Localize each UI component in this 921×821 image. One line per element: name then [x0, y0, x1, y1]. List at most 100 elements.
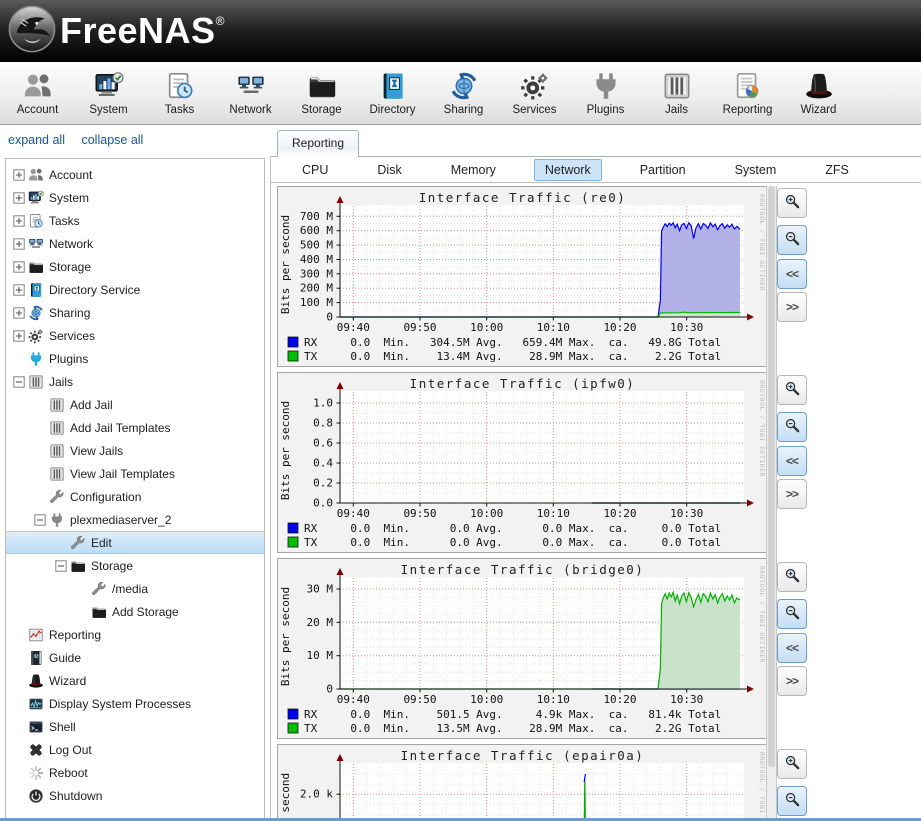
sidebar-item-guide[interactable]: Guide	[6, 646, 264, 669]
expand-all-link[interactable]: expand all	[8, 133, 65, 147]
graph-3-page-forward-button[interactable]: >>	[777, 666, 807, 696]
sidebar-item-tasks[interactable]: Tasks	[6, 209, 264, 232]
expander-minus-icon[interactable]	[12, 376, 25, 388]
graph-1-zoom-in-button[interactable]	[777, 188, 807, 218]
toolbar-item-services[interactable]: Services	[499, 70, 570, 116]
svg-text:500 M: 500 M	[300, 239, 333, 252]
toolbar-item-storage[interactable]: Storage	[286, 70, 357, 116]
plugins-icon	[591, 70, 621, 102]
toolbar-item-wizard[interactable]: Wizard	[783, 70, 854, 116]
svg-text:1.0: 1.0	[313, 397, 333, 410]
sidebar-item-system[interactable]: System	[6, 186, 264, 209]
brand-title: FreeNAS®	[60, 10, 225, 52]
subtab-zfs[interactable]: ZFS	[814, 159, 860, 181]
sidebar-item-view-jail-templates[interactable]: View Jail Templates	[6, 462, 264, 485]
sidebar-item-storage[interactable]: Storage	[6, 554, 264, 577]
toolbar-item-label: Storage	[301, 104, 341, 116]
sidebar-item-jails[interactable]: Jails	[6, 370, 264, 393]
graphs-scrollbar[interactable]	[766, 186, 777, 818]
graph-2-page-back-button[interactable]: <<	[777, 446, 807, 476]
sidebar-item-configuration[interactable]: Configuration	[6, 485, 264, 508]
expander-plus-icon[interactable]	[12, 330, 25, 342]
sidebar-item-log-out[interactable]: Log Out	[6, 738, 264, 761]
sidebar-item-add-jail[interactable]: Add Jail	[6, 393, 264, 416]
svg-text:09:40: 09:40	[337, 693, 370, 706]
sidebar-item-shell[interactable]: Shell	[6, 715, 264, 738]
expander-minus-icon[interactable]	[33, 514, 46, 526]
toolbar-item-system[interactable]: System	[73, 70, 144, 116]
toolbar-item-tasks[interactable]: Tasks	[144, 70, 215, 116]
tree-item-label: Edit	[91, 536, 112, 550]
sidebar-item-directory-service[interactable]: Directory Service	[6, 278, 264, 301]
sidebar-item-plugins[interactable]: Plugins	[6, 347, 264, 370]
tab-reporting[interactable]: Reporting	[277, 130, 359, 157]
sidebar-item-media[interactable]: /media	[6, 577, 264, 600]
sidebar-item-services[interactable]: Services	[6, 324, 264, 347]
expander-plus-icon[interactable]	[12, 261, 25, 273]
svg-text:300 M: 300 M	[300, 267, 333, 280]
tree-item-label: Storage	[49, 260, 91, 274]
expander-plus-icon[interactable]	[12, 169, 25, 181]
graph-2-zoom-in-button[interactable]	[777, 375, 807, 405]
sidebar-item-account[interactable]: Account	[6, 163, 264, 186]
subtab-memory[interactable]: Memory	[440, 159, 507, 181]
graph-1-page-forward-button[interactable]: >>	[777, 292, 807, 322]
toolbar-item-sharing[interactable]: Sharing	[428, 70, 499, 116]
sidebar-item-storage[interactable]: Storage	[6, 255, 264, 278]
tree-links: expand all collapse all	[8, 133, 156, 147]
toolbar-item-network[interactable]: Network	[215, 70, 286, 116]
sidebar-item-reporting[interactable]: Reporting	[6, 623, 264, 646]
freenas-page: FreeNAS® Account System Tasks Network St…	[0, 0, 921, 821]
graph-4-zoom-out-button[interactable]	[777, 786, 807, 816]
expander-plus-icon[interactable]	[12, 238, 25, 250]
graph-3-zoom-out-button[interactable]	[777, 599, 807, 629]
sidebar-item-reboot[interactable]: Reboot	[6, 761, 264, 784]
reporting-subtabs: CPU Disk Memory Network Partition System ZFS	[271, 157, 921, 183]
graph-1-zoom-out-button[interactable]	[777, 225, 807, 255]
svg-text:0.6: 0.6	[313, 437, 333, 450]
expander-plus-icon[interactable]	[12, 192, 25, 204]
graph-1-page-back-button[interactable]: <<	[777, 259, 807, 289]
expander-plus-icon[interactable]	[12, 307, 25, 319]
graph-2-zoom-out-button[interactable]	[777, 412, 807, 442]
svg-text:10:30: 10:30	[670, 507, 703, 520]
subtab-network[interactable]: Network	[534, 159, 602, 181]
svg-text:09:40: 09:40	[337, 507, 370, 520]
toolbar-item-jails[interactable]: Jails	[641, 70, 712, 116]
sidebar-item-plexmediaserver-2[interactable]: plexmediaserver_2	[6, 508, 264, 531]
sidebar-item-view-jails[interactable]: View Jails	[6, 439, 264, 462]
toolbar-item-directory[interactable]: Directory	[357, 70, 428, 116]
graph-2-page-forward-button[interactable]: >>	[777, 479, 807, 509]
sidebar-item-wizard[interactable]: Wizard	[6, 669, 264, 692]
graph-3-page-back-button[interactable]: <<	[777, 633, 807, 663]
graph-3-zoom-in-button[interactable]	[777, 562, 807, 592]
wrench-icon	[70, 535, 87, 551]
svg-text:TX 0.0 Min. 13.5M Avg.: TX 0.0 Min. 13.5M Avg. 28.9M Max. ca. 2.…	[304, 722, 721, 735]
sidebar-item-add-jail-templates[interactable]: Add Jail Templates	[6, 416, 264, 439]
toolbar-item-account[interactable]: Account	[2, 70, 73, 116]
subtab-disk[interactable]: Disk	[366, 159, 412, 181]
collapse-all-link[interactable]: collapse all	[81, 133, 143, 147]
expander-plus-icon[interactable]	[12, 215, 25, 227]
sidebar-item-display-system-processes[interactable]: Display System Processes	[6, 692, 264, 715]
sidebar-item-shutdown[interactable]: Shutdown	[6, 784, 264, 807]
tree-item-label: Storage	[91, 559, 133, 573]
sidebar-item-edit[interactable]: Edit	[6, 531, 264, 554]
sidebar-item-sharing[interactable]: Sharing	[6, 301, 264, 324]
expander-plus-icon[interactable]	[12, 284, 25, 296]
plugins-icon	[49, 512, 66, 528]
sidebar-item-add-storage[interactable]: Add Storage	[6, 600, 264, 623]
subtab-partition[interactable]: Partition	[629, 159, 697, 181]
subtab-cpu[interactable]: CPU	[291, 159, 339, 181]
guide-icon	[28, 650, 45, 666]
scrollbar-thumb[interactable]	[768, 186, 775, 767]
expander-minus-icon[interactable]	[54, 560, 67, 572]
svg-text:Interface Traffic (bridge0): Interface Traffic (bridge0)	[401, 562, 645, 577]
toolbar-item-plugins[interactable]: Plugins	[570, 70, 641, 116]
svg-text:0.4: 0.4	[313, 457, 333, 470]
toolbar-item-reporting[interactable]: Reporting	[712, 70, 783, 116]
sidebar-item-network[interactable]: Network	[6, 232, 264, 255]
zoom-in-icon	[784, 567, 801, 587]
subtab-system[interactable]: System	[724, 159, 788, 181]
graph-4-zoom-in-button[interactable]	[777, 749, 807, 779]
